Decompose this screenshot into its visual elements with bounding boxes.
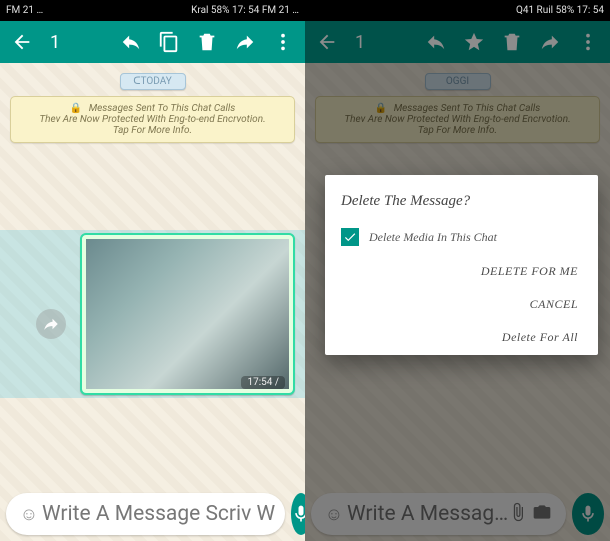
image-thumbnail xyxy=(86,239,289,389)
input-bar: ☺ Write A Message Scriv W xyxy=(6,493,299,535)
forward-icon[interactable] xyxy=(227,24,263,60)
date-pill: ᑕTODAY xyxy=(120,73,186,90)
delete-for-me-button[interactable]: DELETE FOR ME xyxy=(481,264,578,279)
status-right-text: Q41 Ruil 58% 17: 54 xyxy=(516,5,604,16)
copy-icon[interactable] xyxy=(151,24,187,60)
overflow-menu-icon[interactable] xyxy=(265,24,301,60)
lock-icon: 🔒 xyxy=(70,103,82,114)
message-time: 17:54 / xyxy=(241,376,285,389)
status-bar: FM 21 … Kral 58% 17: 54 FM 21 … xyxy=(0,0,305,21)
emoji-icon[interactable]: ☺ xyxy=(16,504,42,525)
banner-line1: Messages Sent To This Chat Calls xyxy=(89,103,236,114)
cancel-button[interactable]: CANCEL xyxy=(530,297,578,312)
message-bubble-image[interactable]: 17:54 / xyxy=(80,233,295,395)
message-input[interactable]: ☺ Write A Message Scriv W xyxy=(6,493,285,535)
delete-icon[interactable] xyxy=(189,24,225,60)
message-input-text: Write A Message Scriv W xyxy=(42,502,275,526)
delete-dialog: Delete The Message? Delete Media In This… xyxy=(325,175,598,355)
delete-media-checkbox-row[interactable]: Delete Media In This Chat xyxy=(341,228,582,246)
banner-line2: Thev Are Now Protected With Eng-to-end E… xyxy=(39,114,265,125)
status-right-text: Kral 58% 17: 54 FM 21 … xyxy=(191,5,299,16)
dialog-title: Delete The Message? xyxy=(341,193,582,210)
screenshot-left: FM 21 … Kral 58% 17: 54 FM 21 … 1 ᑕTODAY xyxy=(0,0,305,541)
banner-line3: Tap For More Info. xyxy=(113,125,192,136)
selection-count: 1 xyxy=(42,32,68,53)
checkbox-checked-icon[interactable] xyxy=(341,228,359,246)
quick-forward-button[interactable] xyxy=(36,309,66,339)
encryption-banner[interactable]: 🔒 Messages Sent To This Chat Calls Thev … xyxy=(10,96,295,143)
back-icon[interactable] xyxy=(4,24,40,60)
checkbox-label: Delete Media In This Chat xyxy=(369,230,497,245)
chat-area: ᑕTODAY 🔒 Messages Sent To This Chat Call… xyxy=(0,63,305,541)
screenshot-right: Q41 Ruil 58% 17: 54 1 OGGI 🔒 Messages Se… xyxy=(305,0,610,541)
status-left-text: FM 21 … xyxy=(6,5,43,16)
status-bar: Q41 Ruil 58% 17: 54 xyxy=(305,0,610,21)
reply-icon[interactable] xyxy=(113,24,149,60)
selection-toolbar: 1 xyxy=(0,21,305,63)
delete-for-all-button[interactable]: Delete For All xyxy=(502,330,578,345)
